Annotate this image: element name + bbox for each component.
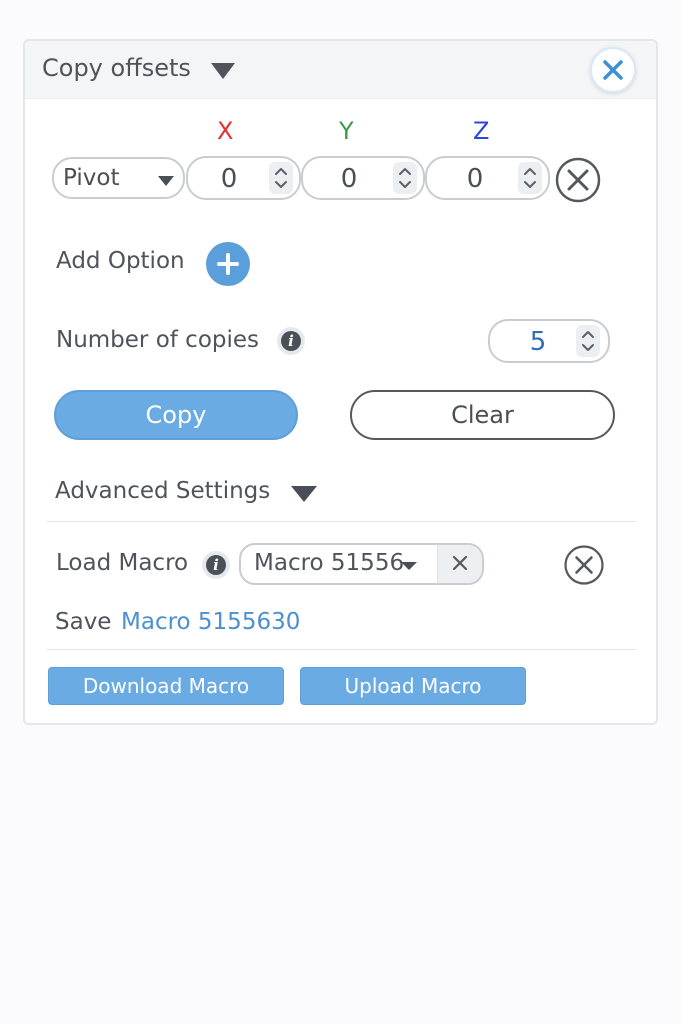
axis-label-y: Y bbox=[339, 117, 354, 145]
copies-stepper[interactable] bbox=[576, 325, 600, 357]
divider bbox=[46, 649, 636, 650]
copies-input[interactable]: 5 bbox=[488, 319, 610, 363]
offset-y-input[interactable]: 0 bbox=[301, 156, 425, 200]
offset-x-input[interactable]: 0 bbox=[186, 156, 301, 200]
add-option-button[interactable] bbox=[206, 242, 250, 286]
offset-z-value: 0 bbox=[466, 164, 484, 194]
offset-mode-value: Pivot bbox=[63, 165, 120, 191]
stepper-arrows-icon bbox=[582, 331, 594, 351]
clear-x-icon bbox=[452, 555, 468, 571]
panel-title: Copy offsets bbox=[42, 54, 191, 82]
offset-mode-select[interactable]: Pivot bbox=[52, 157, 185, 199]
save-macro-link[interactable]: Macro 5155630 bbox=[121, 609, 300, 635]
info-icon[interactable]: i bbox=[277, 327, 305, 355]
close-icon bbox=[603, 60, 623, 80]
add-option-label: Add Option bbox=[56, 248, 185, 274]
chevron-down-icon bbox=[158, 176, 174, 186]
load-macro-label: Load Macro bbox=[56, 550, 189, 576]
info-icon[interactable]: i bbox=[202, 551, 230, 579]
macro-clear-button[interactable] bbox=[437, 545, 482, 583]
offset-z-stepper[interactable] bbox=[518, 162, 542, 194]
offset-x-stepper[interactable] bbox=[269, 162, 293, 194]
offset-y-stepper[interactable] bbox=[393, 162, 417, 194]
upload-macro-button[interactable]: Upload Macro bbox=[300, 667, 526, 705]
advanced-caret-icon[interactable] bbox=[291, 486, 317, 502]
save-label: Save bbox=[55, 609, 112, 635]
axis-label-x: X bbox=[217, 117, 234, 145]
copy-offsets-panel: Copy offsets X Y Z Pivot 0 0 0 Add Optio… bbox=[23, 39, 658, 725]
stepper-arrows-icon bbox=[524, 168, 536, 188]
offset-y-value: 0 bbox=[340, 164, 358, 194]
close-button[interactable] bbox=[590, 47, 636, 93]
divider bbox=[46, 521, 636, 522]
plus-icon bbox=[217, 253, 239, 275]
stepper-arrows-icon bbox=[275, 168, 287, 188]
offset-z-input[interactable]: 0 bbox=[425, 156, 550, 200]
stepper-arrows-icon bbox=[399, 168, 411, 188]
panel-header[interactable]: Copy offsets bbox=[25, 41, 656, 99]
remove-macro-icon[interactable] bbox=[563, 544, 605, 586]
macro-select-value: Macro 51556 bbox=[254, 550, 405, 576]
macro-select[interactable]: Macro 51556 bbox=[239, 543, 484, 585]
chevron-down-icon bbox=[401, 562, 417, 570]
axis-label-z: Z bbox=[473, 117, 490, 145]
copy-button[interactable]: Copy bbox=[54, 390, 298, 440]
advanced-settings-label[interactable]: Advanced Settings bbox=[55, 478, 270, 504]
copies-label: Number of copies bbox=[56, 327, 260, 353]
offset-x-value: 0 bbox=[220, 164, 238, 194]
remove-offset-icon[interactable] bbox=[554, 156, 602, 204]
clear-button[interactable]: Clear bbox=[350, 390, 615, 440]
download-macro-button[interactable]: Download Macro bbox=[48, 667, 284, 705]
copies-value: 5 bbox=[529, 327, 547, 357]
collapse-caret-icon[interactable] bbox=[211, 63, 235, 79]
